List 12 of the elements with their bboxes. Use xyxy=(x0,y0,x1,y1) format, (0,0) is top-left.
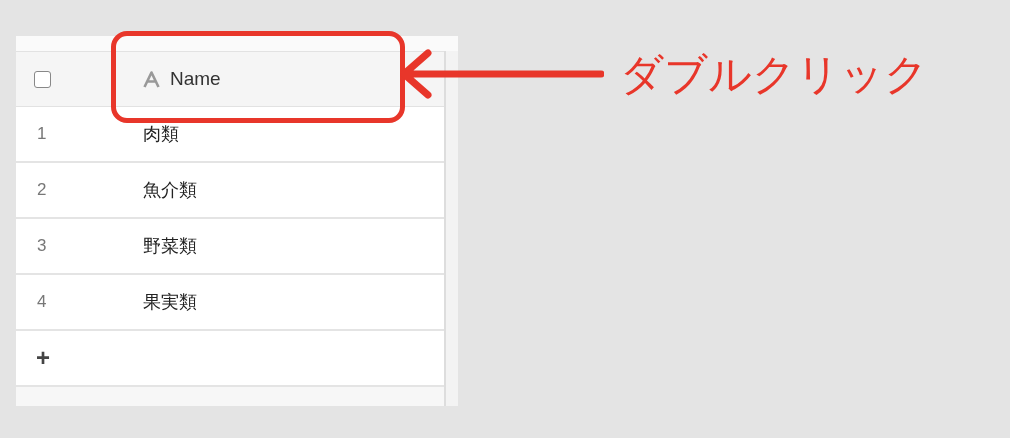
text-type-icon xyxy=(143,70,160,88)
row-number: 1 xyxy=(36,124,47,144)
annotation-text: ダブルクリック xyxy=(620,49,928,100)
row-number: 3 xyxy=(36,236,47,256)
row-number: 4 xyxy=(36,292,47,312)
select-all-checkbox[interactable] xyxy=(34,70,51,88)
table-cell-text: 野菜類 xyxy=(143,235,197,258)
table-cell-text: 果実類 xyxy=(143,291,197,314)
table-cell-text: 魚介類 xyxy=(143,179,197,202)
add-row-button[interactable]: + xyxy=(34,346,52,370)
row-number: 2 xyxy=(36,180,47,200)
table-cell-text: 肉類 xyxy=(143,123,179,146)
